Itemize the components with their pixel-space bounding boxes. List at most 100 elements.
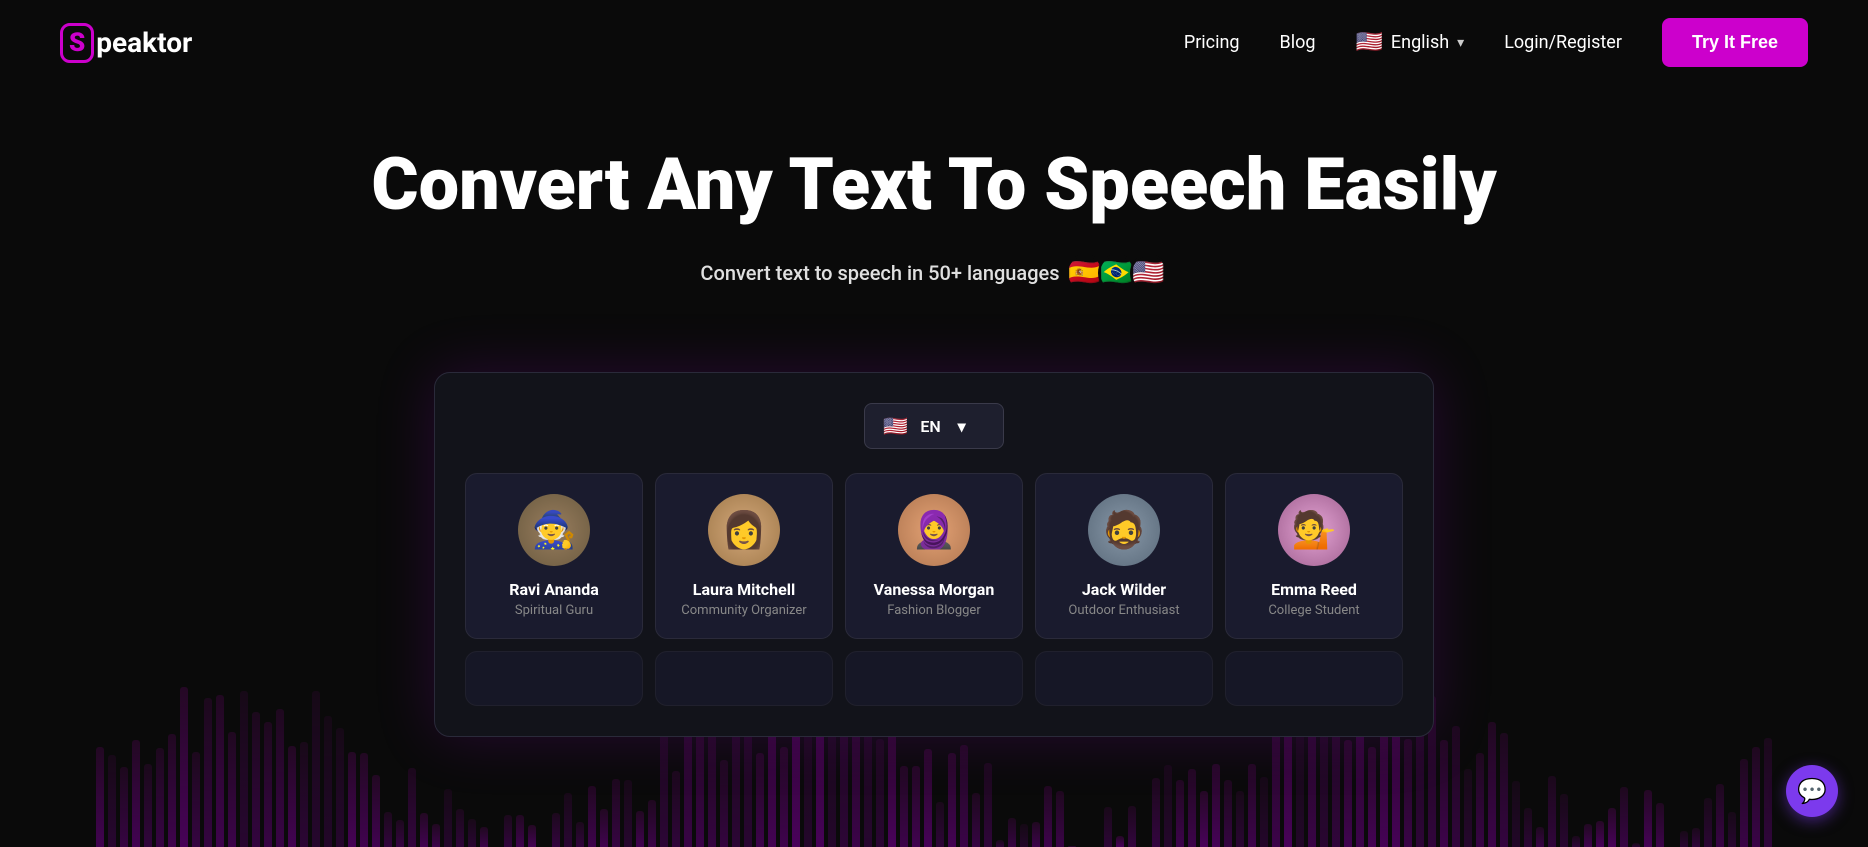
wave-bar	[1440, 740, 1448, 847]
voice-card-jack[interactable]: 🧔Jack WilderOutdoor Enthusiast	[1035, 473, 1213, 639]
wave-bar	[108, 755, 116, 847]
wave-bar	[1476, 753, 1484, 847]
voice-name-vanessa: Vanessa Morgan	[862, 580, 1006, 599]
app-lang-flag: 🇺🇸	[883, 414, 910, 438]
wave-bar	[396, 820, 404, 847]
voice-card-mini-5[interactable]	[1225, 651, 1403, 706]
wave-bar	[372, 775, 380, 847]
app-window: 🇺🇸 EN ▾ 🧙Ravi AnandaSpiritual Guru👩Laura…	[434, 372, 1434, 737]
wave-bar	[612, 779, 620, 847]
wave-bar	[1128, 806, 1136, 847]
wave-bar	[1500, 733, 1508, 847]
wave-bar	[552, 813, 560, 847]
wave-bar	[648, 800, 656, 847]
wave-bar	[1236, 791, 1244, 847]
wave-bar	[1008, 818, 1016, 847]
wave-bar	[1716, 784, 1724, 847]
app-lang-code: EN	[920, 417, 947, 436]
wave-bar	[432, 824, 440, 847]
blog-link[interactable]: Blog	[1280, 32, 1316, 53]
chat-icon: 💬	[1797, 777, 1827, 805]
wave-bar	[1548, 776, 1556, 847]
wave-bar	[660, 727, 668, 847]
wave-bar	[528, 825, 536, 847]
wave-bar	[264, 722, 272, 847]
language-selector[interactable]: 🇺🇸 English ▾	[1356, 30, 1465, 55]
wave-bar	[1044, 786, 1052, 847]
wave-bar	[144, 764, 152, 847]
wave-bar	[300, 742, 308, 847]
voice-card-mini-3[interactable]	[845, 651, 1023, 706]
voice-card-mini-4[interactable]	[1035, 651, 1213, 706]
voice-avatar-ravi: 🧙	[518, 494, 590, 566]
wave-bar	[288, 746, 296, 847]
voices-grid: 🧙Ravi AnandaSpiritual Guru👩Laura Mitchel…	[465, 473, 1403, 639]
wave-bar	[228, 732, 236, 847]
wave-bar	[1692, 828, 1700, 847]
wave-bar	[1176, 780, 1184, 847]
wave-bar	[624, 780, 632, 847]
wave-bar	[876, 739, 884, 847]
wave-bar	[420, 813, 428, 847]
wave-bar	[1632, 843, 1640, 847]
wave-bar	[408, 768, 416, 847]
wave-bar	[192, 752, 200, 847]
wave-bar	[720, 760, 728, 847]
wave-bar	[1248, 764, 1256, 847]
wave-bar	[912, 766, 920, 847]
voice-name-laura: Laura Mitchell	[672, 580, 816, 599]
wave-bar	[672, 771, 680, 847]
wave-bar	[1488, 722, 1496, 847]
language-flag-icon: 🇺🇸	[1130, 254, 1168, 292]
wave-bar	[900, 766, 908, 847]
wave-bar	[1404, 739, 1412, 847]
voice-card-emma[interactable]: 💁Emma ReedCollege Student	[1225, 473, 1403, 639]
voice-name-ravi: Ravi Ananda	[482, 580, 626, 599]
wave-bar	[480, 827, 488, 847]
wave-bar	[336, 728, 344, 847]
wave-bar	[96, 747, 104, 847]
wave-bar	[888, 730, 896, 847]
wave-bar	[696, 733, 704, 847]
wave-bar	[156, 748, 164, 847]
wave-bar	[1104, 807, 1112, 847]
wave-bar	[780, 747, 788, 847]
wave-bar	[564, 793, 572, 847]
pricing-link[interactable]: Pricing	[1184, 32, 1240, 53]
wave-bar	[120, 767, 128, 847]
voice-card-mini-2[interactable]	[655, 651, 833, 706]
wave-bar	[1464, 769, 1472, 847]
language-flags: 🇪🇸🇧🇷🇺🇸	[1072, 254, 1168, 292]
voice-card-mini-1[interactable]	[465, 651, 643, 706]
login-register-link[interactable]: Login/Register	[1504, 32, 1622, 53]
wave-bar	[1224, 780, 1232, 847]
voice-avatar-vanessa: 🧕	[898, 494, 970, 566]
lang-flag-icon: 🇺🇸	[1356, 30, 1383, 55]
wave-bar	[600, 809, 608, 847]
voice-avatar-emma: 💁	[1278, 494, 1350, 566]
dropdown-chevron-icon: ▾	[958, 417, 985, 436]
wave-bar	[1560, 794, 1568, 847]
wave-bar	[1680, 831, 1688, 847]
wave-bar	[1212, 764, 1220, 847]
lang-label: English	[1391, 32, 1449, 53]
wave-bar	[1452, 726, 1460, 847]
voice-card-vanessa[interactable]: 🧕 Vanessa Morgan Fashion Blogger	[845, 473, 1023, 639]
app-lang-dropdown[interactable]: 🇺🇸 EN ▾	[864, 403, 1004, 449]
wave-bar	[972, 793, 980, 847]
chat-bubble-button[interactable]: 💬	[1786, 765, 1838, 817]
voice-card-ravi[interactable]: 🧙Ravi AnandaSpiritual Guru	[465, 473, 643, 639]
voice-role-vanessa: Fashion Blogger	[862, 603, 1006, 618]
wave-bar	[384, 812, 392, 847]
wave-bar	[456, 809, 464, 847]
wave-bar	[1152, 778, 1160, 847]
wave-bar	[576, 822, 584, 847]
logo-icon: S	[60, 23, 94, 63]
wave-bar	[1644, 790, 1652, 847]
voice-card-laura[interactable]: 👩Laura MitchellCommunity Organizer	[655, 473, 833, 639]
try-free-button[interactable]: Try It Free	[1662, 18, 1808, 67]
wave-bar	[1740, 759, 1748, 847]
wave-bar	[1584, 824, 1592, 847]
hero-title: Convert Any Text To Speech Easily	[20, 145, 1848, 224]
logo[interactable]: S peaktor	[60, 23, 192, 63]
